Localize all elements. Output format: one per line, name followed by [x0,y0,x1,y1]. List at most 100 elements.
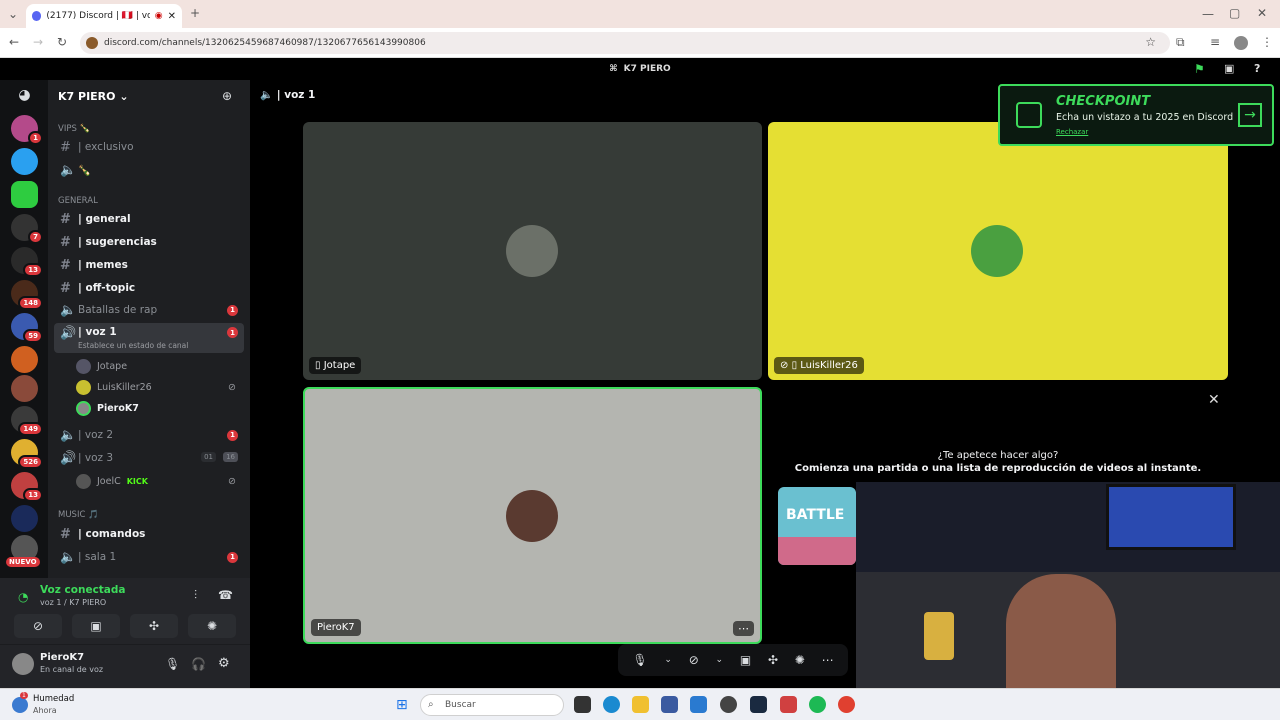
category-general[interactable]: GENERAL [58,196,98,206]
guild-icon[interactable] [11,375,38,402]
invite-user-icon[interactable]: ⊕ [222,89,232,103]
voice-member[interactable]: JoelC KICK ⊘ [76,471,242,491]
file-explorer-icon[interactable] [632,696,649,713]
site-info-icon[interactable] [86,37,98,49]
help-icon[interactable]: ? [1254,62,1260,75]
screen-share-button[interactable]: ▣ [72,614,120,638]
channel-memes[interactable]: # | memes [54,255,244,275]
guild-icon[interactable] [11,346,38,373]
weather-icon[interactable] [12,697,28,713]
minimize-icon[interactable]: — [1202,8,1214,20]
media-icon[interactable]: ≡ [1210,36,1220,48]
activity-card[interactable]: BATTLE [778,487,856,565]
channel-voz3[interactable]: 🔊 | voz 3 01 16 [54,448,244,468]
soundboard-icon[interactable]: ✺ [795,653,805,667]
voice-member[interactable]: LuisKiller26 ⊘ [76,377,242,397]
video-tile-jotape[interactable]: ▯ Jotape [303,122,762,380]
headphones-icon[interactable]: 🎧 [191,657,206,671]
discord-home-icon[interactable]: ◕ [11,82,38,109]
weather-title[interactable]: Humedad [33,694,74,704]
voice-member[interactable]: PieroK7 [76,398,242,418]
tab-list-chevron-icon[interactable]: ⌄ [8,8,18,20]
arrow-right-icon[interactable]: → [1238,103,1262,127]
close-window-icon[interactable]: ✕ [1257,7,1267,19]
chevron-down-icon[interactable]: ⌄ [716,655,724,665]
steam-icon[interactable] [750,696,767,713]
activities-icon[interactable]: ✣ [768,653,778,667]
disconnect-icon[interactable]: ☎ [218,588,233,602]
channel-status-text[interactable]: Establece un estado de canal [78,341,188,350]
guild-icon[interactable] [11,505,38,532]
flag-icon[interactable]: ⚑ [1194,62,1205,76]
server-name[interactable]: K7 PIERO ⌄ [58,90,129,103]
url-field[interactable]: discord.com/channels/1320625459687460987… [80,32,1170,54]
username[interactable]: PieroK7 [40,652,84,663]
channel-general[interactable]: # | general [54,209,244,229]
category-music[interactable]: MUSIC 🎵 [58,510,99,520]
video-tile-luiskiller[interactable]: ⊘ ▯ LuisKiller26 [768,122,1228,380]
edge-icon[interactable] [603,696,620,713]
chevron-down-icon[interactable]: ⌄ [664,655,672,665]
voice-location[interactable]: voz 1 / K7 PIERO [40,598,106,607]
close-tab-icon[interactable]: ✕ [168,11,176,22]
taskbar-search[interactable]: ⌕ Buscar [420,694,564,716]
browser-tab[interactable]: (2177) Discord | 🇵🇪 | voz 1 ◉ ✕ [26,4,182,28]
camera-off-icon[interactable]: ⊘ [689,653,699,667]
chrome-icon[interactable] [838,696,855,713]
spotify-icon[interactable] [809,696,826,713]
signal-icon[interactable]: ◔ [18,590,28,604]
guild-icon[interactable]: 13 [11,472,43,502]
guild-icon[interactable]: 7 [11,214,43,244]
channel-voz2[interactable]: 🔈 | voz 2 1 [54,425,244,445]
channel-comandos[interactable]: # | comandos [54,524,244,544]
more-options-icon[interactable]: ⋯ [822,653,834,667]
channel-batallas[interactable]: 🔈 Batallas de rap 1 [54,300,244,320]
inbox-icon[interactable]: ▣ [1224,62,1234,75]
guild-icon[interactable]: 59 [11,313,43,343]
microphone-icon[interactable]: 🎙 [632,653,647,667]
checkpoint-banner[interactable]: CHECKPOINT Echa un vistazo a tu 2025 en … [998,84,1274,146]
channel-sugerencias[interactable]: # | sugerencias [54,232,244,252]
activities-button[interactable]: ✣ [130,614,178,638]
new-tab-icon[interactable]: + [190,7,200,19]
app-icon[interactable] [720,696,737,713]
back-icon[interactable]: ← [9,36,19,48]
camera-button[interactable]: ⊘ [14,614,62,638]
category-vips[interactable]: VIPS 🍾 [58,124,90,134]
channel-vips2[interactable]: 🔈 🍾 [54,160,244,180]
voice-member[interactable]: Jotape [76,356,242,376]
guild-icon[interactable]: 526 [11,439,43,469]
guild-icon[interactable] [11,148,38,175]
guild-icon[interactable]: 13 [11,247,43,277]
browser-menu-icon[interactable]: ⋮ [1261,36,1273,48]
microphone-icon[interactable]: 🎙 [165,657,180,671]
outlook-icon[interactable] [690,696,707,713]
screen-share-icon[interactable]: ▣ [740,653,751,667]
maximize-icon[interactable]: ▢ [1229,7,1240,19]
guild-icon[interactable]: 1 [11,115,43,145]
app-icon[interactable] [780,696,797,713]
profile-avatar[interactable] [1234,36,1248,50]
forward-icon[interactable]: → [33,36,43,48]
video-tile-pierok7[interactable]: PieroK7 ⋯ [303,387,762,644]
reload-icon[interactable]: ↻ [57,36,67,48]
more-options-icon[interactable]: ⋯ [733,621,754,636]
guild-icon[interactable]: 149 [11,406,43,436]
extensions-icon[interactable]: ⧉ [1176,36,1185,48]
channel-exclusivo[interactable]: # | exclusivo [54,137,244,157]
windows-start-icon[interactable]: ⊞ [396,697,408,713]
guild-icon[interactable]: 148 [11,280,43,310]
noise-suppression-icon[interactable]: ⫶ [194,588,197,603]
guild-k7-icon[interactable] [11,181,38,208]
channel-off-topic[interactable]: # | off-topic [54,278,244,298]
voice-status[interactable]: Voz conectada [40,584,126,596]
close-icon[interactable]: ✕ [1208,392,1220,408]
store-icon[interactable] [661,696,678,713]
channel-voz1[interactable]: 🔊 | voz 1 1 Establece un estado de canal [54,323,244,353]
avatar[interactable] [12,653,34,675]
settings-gear-icon[interactable]: ⚙ [218,656,230,671]
task-view-icon[interactable] [574,696,591,713]
soundboard-button[interactable]: ✺ [188,614,236,638]
bookmark-star-icon[interactable]: ☆ [1145,35,1156,49]
channel-sala1[interactable]: 🔈 | sala 1 1 [54,547,244,567]
